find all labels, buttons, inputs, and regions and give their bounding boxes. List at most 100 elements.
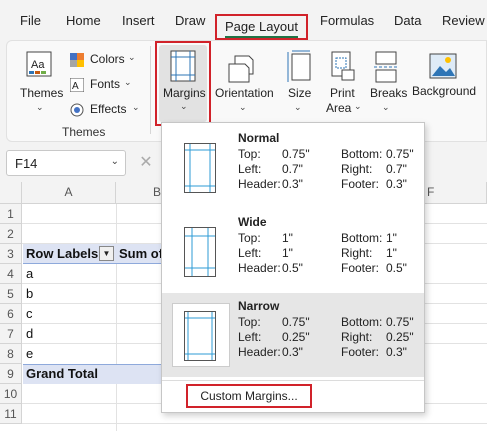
filter-dropdown-button[interactable]: ▼ (99, 246, 114, 261)
effects-icon (70, 103, 84, 117)
row-label-cell[interactable]: b (26, 286, 33, 301)
print-area-button[interactable]: Print Area ⌄ (322, 48, 362, 118)
top-value: 0.75" (282, 147, 310, 161)
themes-icon: Aa (26, 51, 52, 77)
row-label-cell[interactable]: d (26, 326, 33, 341)
right-label: Right: (341, 330, 373, 344)
tab-formulas[interactable]: Formulas (320, 10, 374, 32)
bottom-value: 1" (386, 231, 397, 245)
tab-review[interactable]: Review (442, 10, 485, 32)
right-value: 0.25" (386, 330, 414, 344)
tab-draw[interactable]: Draw (175, 10, 205, 32)
size-button[interactable]: Size ⌄ (282, 48, 316, 118)
chevron-down-icon: ⌄ (110, 156, 119, 167)
print-label: Print (330, 86, 355, 100)
margin-option-normal[interactable]: Normal Top: 0.75" Bottom: 0.75" Left: 0.… (162, 125, 424, 209)
header-label: Header: (238, 345, 281, 359)
tab-insert[interactable]: Insert (122, 10, 155, 32)
right-value: 0.7" (386, 162, 407, 176)
normal-margin-page-icon (184, 143, 216, 193)
row-header[interactable]: 6 (0, 304, 22, 324)
margins-label: Margins (163, 86, 206, 100)
row-header[interactable]: 10 (0, 384, 22, 404)
top-value: 0.75" (282, 315, 310, 329)
row-label-cell[interactable]: a (26, 266, 33, 281)
ribbon-divider (150, 46, 151, 134)
breaks-button[interactable]: Breaks ⌄ (366, 48, 408, 118)
header-label: Header: (238, 261, 281, 275)
colors-button[interactable]: Colors ⌄ (70, 52, 140, 68)
right-label: Right: (341, 162, 373, 176)
custom-margins-button[interactable]: Custom Margins... (186, 384, 312, 408)
themes-button[interactable]: Aa Themes ⌄ (14, 48, 66, 118)
print-area-icon (331, 51, 355, 81)
row-header[interactable]: 8 (0, 344, 22, 364)
tab-home[interactable]: Home (66, 10, 101, 32)
background-button[interactable]: Background (410, 48, 480, 108)
tab-page-layout-label: Page Layout (225, 18, 299, 38)
bottom-label: Bottom: (341, 315, 383, 329)
row-header[interactable]: 2 (0, 224, 22, 244)
orientation-button[interactable]: Orientation ⌄ (213, 48, 275, 118)
margins-icon (170, 50, 196, 82)
top-label: Top: (238, 315, 261, 329)
menu-divider (162, 380, 424, 381)
chevron-down-icon: ⌄ (354, 101, 362, 111)
top-label: Top: (238, 147, 261, 161)
tab-page-layout[interactable]: Page Layout (215, 14, 309, 40)
select-all-corner[interactable] (0, 182, 22, 204)
row-header[interactable]: 7 (0, 324, 22, 344)
size-label: Size (288, 86, 312, 100)
footer-label: Footer: (341, 177, 380, 191)
narrow-margin-page-icon (184, 311, 216, 361)
grand-total-label[interactable]: Grand Total (26, 366, 98, 381)
effects-label: Effects (90, 102, 127, 116)
themes-group-label: Themes (62, 125, 106, 139)
left-value: 0.7" (282, 162, 303, 176)
top-value: 1" (282, 231, 293, 245)
sum-of-header: Sum of (119, 246, 164, 261)
bottom-value: 0.75" (386, 315, 414, 329)
row-label-cell[interactable]: e (26, 346, 33, 361)
margin-option-wide[interactable]: Wide Top: 1" Bottom: 1" Left: 1" Right: … (162, 209, 424, 293)
chevron-down-icon: ⌄ (180, 101, 188, 111)
orientation-label: Orientation (215, 86, 274, 100)
effects-button[interactable]: Effects ⌄ (70, 102, 140, 118)
breaks-icon (374, 51, 398, 83)
row-header[interactable]: 1 (0, 204, 22, 224)
row-header[interactable]: 5 (0, 284, 22, 304)
bottom-label: Bottom: (341, 231, 383, 245)
bottom-label: Bottom: (341, 147, 383, 161)
right-label: Right: (341, 246, 373, 260)
svg-text:A: A (72, 81, 79, 92)
left-label: Left: (238, 330, 262, 344)
chevron-down-icon: ⌄ (382, 102, 390, 112)
breaks-label: Breaks (370, 86, 408, 100)
row-label-cell[interactable]: c (26, 306, 33, 321)
background-label: Background (412, 84, 477, 98)
name-box[interactable]: F14 ⌄ (6, 150, 126, 176)
chevron-down-icon: ⌄ (36, 102, 44, 112)
footer-label: Footer: (341, 261, 380, 275)
column-header-a[interactable]: A (22, 182, 116, 204)
background-icon (429, 53, 457, 79)
fonts-button[interactable]: A Fonts ⌄ (70, 77, 140, 93)
margin-option-narrow[interactable]: Narrow Top: 0.75" Bottom: 0.75" Left: 0.… (162, 293, 424, 377)
margin-option-title: Narrow (238, 299, 280, 313)
tab-file[interactable]: File (20, 10, 41, 32)
cancel-icon[interactable]: ✕ (134, 152, 158, 174)
row-header[interactable]: 4 (0, 264, 22, 284)
svg-text:Aa: Aa (31, 59, 45, 71)
margin-option-title: Normal (238, 131, 280, 145)
top-label: Top: (238, 231, 261, 245)
header-label: Header: (238, 177, 281, 191)
left-value: 1" (282, 246, 293, 260)
tab-data[interactable]: Data (394, 10, 421, 32)
row-labels-header: Row Labels (26, 246, 99, 261)
row-header[interactable]: 9 (0, 364, 22, 384)
row-header[interactable]: 11 (0, 404, 22, 424)
row-header[interactable]: 3 (0, 244, 22, 264)
margins-dropdown: Normal Top: 0.75" Bottom: 0.75" Left: 0.… (161, 122, 425, 413)
column-header-f[interactable]: F (425, 182, 487, 204)
chevron-down-icon: ⌄ (132, 102, 140, 112)
